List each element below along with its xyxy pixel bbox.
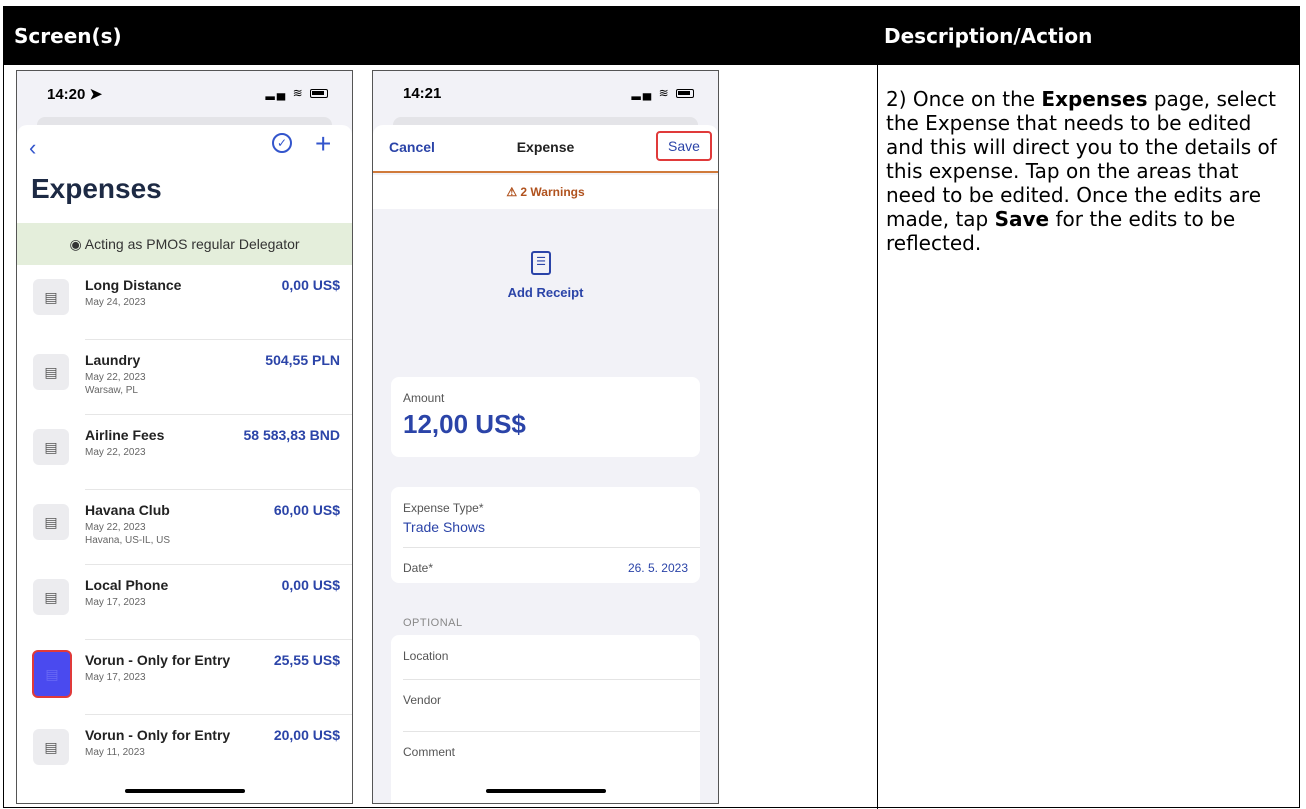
expense-list-item[interactable]: ▤ Local Phone May 17, 2023 0,00 US$ — [17, 565, 352, 640]
sheet-stack-edge — [37, 117, 332, 125]
expense-amount: 20,00 US$ — [273, 727, 340, 743]
expense-date: May 24, 2023 — [85, 297, 146, 308]
status-icons: ▂▄ ≋ — [632, 86, 694, 100]
save-button[interactable]: Save — [656, 131, 712, 161]
header-description: Description/Action — [884, 24, 1093, 48]
header-screens: Screen(s) — [14, 24, 122, 48]
expenses-sheet: ‹ ✓ + Expenses ◉ Acting as PMOS regular … — [17, 125, 352, 803]
expense-amount: 25,55 US$ — [273, 652, 340, 668]
back-button[interactable]: ‹ — [29, 135, 36, 161]
expense-date: May 22, 2023 — [85, 447, 146, 458]
expense-date: May 22, 2023 — [85, 372, 146, 383]
date-value[interactable]: 26. 5. 2023 — [628, 561, 688, 575]
expense-date: May 17, 2023 — [85, 597, 146, 608]
page-title: Expenses — [31, 173, 162, 204]
expense-list-item[interactable]: ▤ Long Distance May 24, 2023 0,00 US$ — [17, 265, 352, 340]
expense-type-label: Expense Type* — [403, 501, 484, 515]
signal-wifi-icon: ▂▄ ≋ — [265, 86, 305, 100]
select-check-icon[interactable]: ✓ — [272, 133, 292, 153]
amount-field[interactable]: Amount 12,00 US$ — [391, 377, 700, 457]
expense-location: Warsaw, PL — [85, 385, 138, 396]
expense-list-item[interactable]: ▤ Laundry May 22, 2023 Warsaw, PL 504,55… — [17, 340, 352, 415]
required-fields-group: Expense Type* Trade Shows Date* 26. 5. 2… — [391, 487, 700, 583]
expense-amount: 0,00 US$ — [281, 277, 340, 293]
expense-name: Laundry — [85, 352, 141, 368]
desc-prefix: 2) Once on the — [886, 87, 1042, 111]
add-receipt-button[interactable]: Add Receipt — [373, 285, 718, 300]
home-indicator — [124, 789, 245, 793]
status-time: 14:21 — [403, 85, 442, 102]
battery-icon — [310, 89, 328, 99]
expense-amount: 0,00 US$ — [281, 577, 340, 593]
expense-list-item-selected[interactable]: ▤ Vorun - Only for Entry May 17, 2023 25… — [17, 640, 352, 715]
add-expense-button[interactable]: + — [315, 128, 331, 160]
column-divider — [877, 65, 878, 809]
expense-amount: 504,55 PLN — [265, 352, 340, 368]
phone-screenshot-expense-detail: 14:21 ▂▄ ≋ Cancel Expense Save ⚠ 2 Warni… — [372, 70, 719, 804]
receipt-icon: ▤ — [33, 279, 69, 315]
description-text: 2) Once on the Expenses page, select the… — [886, 87, 1286, 255]
expense-name: Havana Club — [85, 502, 170, 518]
expense-list-item[interactable]: ▤ Havana Club May 22, 2023 Havana, US-IL… — [17, 490, 352, 565]
amount-label: Amount — [403, 391, 445, 405]
expense-name: Vorun - Only for Entry — [85, 727, 231, 743]
table-header-row: Screen(s) Description/Action — [4, 7, 1299, 65]
optional-fields-group: Location Vendor Comment — [391, 635, 700, 803]
warnings-banner[interactable]: ⚠ 2 Warnings — [373, 175, 718, 209]
vendor-field[interactable]: Vendor — [403, 693, 441, 707]
status-bar: 14:20 ➤ ▂▄ ≋ — [17, 71, 352, 117]
expense-name: Long Distance — [85, 277, 182, 293]
battery-icon — [676, 89, 694, 99]
expense-amount: 58 583,83 BND — [243, 427, 340, 443]
desc-expenses-bold: Expenses — [1041, 87, 1148, 111]
receipt-icon-selected[interactable]: ▤ — [32, 650, 72, 698]
expense-date: May 11, 2023 — [85, 747, 145, 758]
status-bar: 14:21 ▂▄ ≋ — [373, 71, 718, 117]
expense-location: Havana, US-IL, US — [85, 535, 171, 546]
expense-date: May 17, 2023 — [85, 672, 146, 683]
sheet-stack-edge — [393, 117, 698, 125]
delegator-banner: ◉ Acting as PMOS regular Delegator — [17, 223, 352, 265]
expense-list-item[interactable]: ▤ Vorun - Only for Entry May 11, 2023 20… — [17, 715, 352, 790]
status-icons: ▂▄ ≋ — [266, 86, 328, 100]
expense-name: Vorun - Only for Entry — [85, 652, 231, 668]
expense-date: May 22, 2023 — [85, 522, 146, 533]
phone-screenshot-expenses: 14:20 ➤ ▂▄ ≋ ‹ ✓ + Expenses ◉ Acting as … — [16, 70, 353, 804]
expense-name: Airline Fees — [85, 427, 165, 443]
expense-list-item[interactable]: ▤ Airline Fees May 22, 2023 58 583,83 BN… — [17, 415, 352, 490]
expense-detail-sheet: Cancel Expense Save ⚠ 2 Warnings ☰ Add R… — [373, 125, 718, 803]
amount-value: 12,00 US$ — [403, 409, 526, 439]
status-time: 14:20 ➤ — [47, 86, 103, 103]
receipt-icon: ▤ — [33, 354, 69, 390]
expense-type-value[interactable]: Trade Shows — [403, 519, 485, 535]
optional-section-label: OPTIONAL — [403, 617, 463, 629]
home-indicator — [485, 789, 606, 793]
desc-save-bold: Save — [994, 207, 1050, 231]
receipt-icon: ▤ — [33, 429, 69, 465]
row-divider — [403, 731, 700, 732]
location-field[interactable]: Location — [403, 649, 448, 663]
expense-name: Local Phone — [85, 577, 169, 593]
receipt-icon: ▤ — [33, 579, 69, 615]
date-label: Date* — [403, 561, 434, 575]
receipt-icon: ▤ — [33, 729, 69, 765]
expense-amount: 60,00 US$ — [273, 502, 340, 518]
row-divider — [403, 679, 700, 680]
receipt-icon[interactable]: ☰ — [531, 251, 551, 275]
nav-bar: Cancel Expense Save — [373, 125, 718, 173]
row-divider — [403, 547, 700, 548]
signal-wifi-icon: ▂▄ ≋ — [631, 86, 671, 100]
receipt-icon: ▤ — [33, 504, 69, 540]
comment-field[interactable]: Comment — [403, 745, 455, 759]
